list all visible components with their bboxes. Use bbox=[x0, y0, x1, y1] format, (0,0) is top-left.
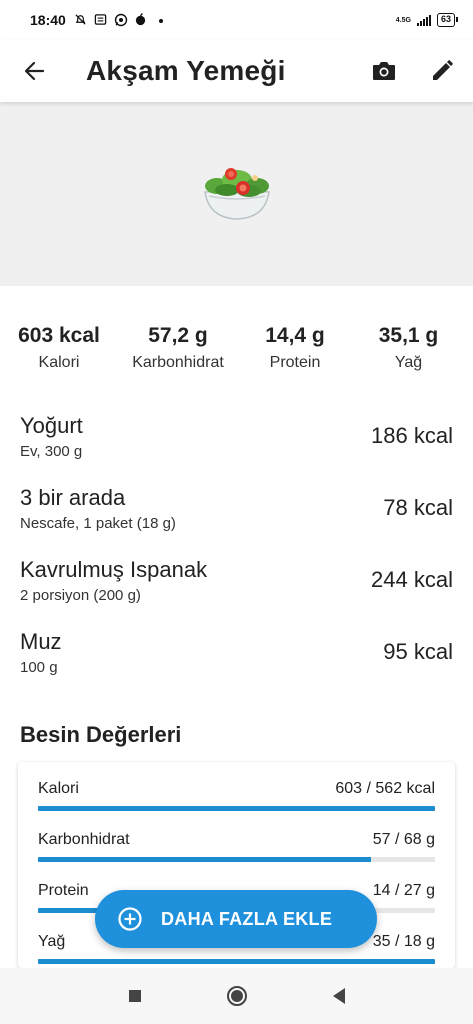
add-more-button[interactable]: DAHA FAZLA EKLE bbox=[95, 890, 377, 948]
back-arrow-icon[interactable] bbox=[22, 59, 46, 83]
nutrient-amount: 57 / 68 g bbox=[372, 831, 435, 848]
summary-label: Protein bbox=[269, 354, 321, 371]
network-type: 4.5G bbox=[395, 16, 411, 24]
status-bar: 18:40 4.5G 63 bbox=[0, 0, 473, 40]
edit-pencil-icon[interactable] bbox=[429, 58, 455, 84]
nutrient-label: Karbonhidrat bbox=[38, 831, 130, 848]
food-detail: Ev, 300 g bbox=[20, 442, 83, 460]
food-detail: 2 porsiyon (200 g) bbox=[20, 586, 141, 604]
add-more-label: DAHA FAZLA EKLE bbox=[161, 908, 333, 929]
food-item-spinach[interactable]: Kavrulmuş Ispanak 2 porsiyon (200 g) 244… bbox=[20, 544, 453, 616]
nutrient-amount: 603 / 562 kcal bbox=[335, 780, 435, 797]
nutrient-label: Kalori bbox=[38, 780, 79, 797]
summary-value: 57,2 g bbox=[148, 324, 208, 347]
system-indicators: 4.5G 63 bbox=[395, 13, 459, 27]
summary-protein: 14,4 g Protein bbox=[238, 324, 352, 372]
recents-square-icon[interactable] bbox=[123, 984, 147, 1008]
add-circle-icon bbox=[117, 906, 143, 932]
food-item-yogurt[interactable]: Yoğurt Ev, 300 g 186 kcal bbox=[20, 400, 453, 472]
food-kcal: 244 kcal bbox=[371, 567, 453, 592]
food-name: Kavrulmuş Ispanak bbox=[20, 556, 208, 582]
whatsapp-icon bbox=[114, 13, 128, 27]
summary-value: 603 kcal bbox=[18, 324, 100, 347]
summary-calories: 603 kcal Kalori bbox=[0, 324, 118, 372]
nutrients-section-title: Besin Değerleri bbox=[20, 722, 182, 747]
summary-label: Yağ bbox=[394, 354, 423, 371]
app-bar: Akşam Yemeği bbox=[0, 40, 473, 102]
app-bar-actions bbox=[371, 58, 455, 84]
food-kcal: 95 kcal bbox=[383, 639, 453, 664]
food-detail: Nescafe, 1 paket (18 g) bbox=[20, 514, 176, 532]
nutrition-summary: 603 kcal Kalori 57,2 g Karbonhidrat 14,4… bbox=[0, 324, 473, 372]
nutrient-progress-bar bbox=[38, 806, 435, 811]
food-item-coffee[interactable]: 3 bir arada Nescafe, 1 paket (18 g) 78 k… bbox=[20, 472, 453, 544]
summary-value: 14,4 g bbox=[265, 324, 325, 347]
food-name: 3 bir arada bbox=[20, 484, 126, 510]
back-triangle-icon[interactable] bbox=[327, 984, 351, 1008]
nutrient-amount: 14 / 27 g bbox=[372, 882, 435, 899]
summary-carbs: 57,2 g Karbonhidrat bbox=[118, 324, 238, 372]
nutrient-progress-bar bbox=[38, 857, 435, 862]
food-kcal: 78 kcal bbox=[383, 495, 453, 520]
nutrient-row-calories: Kalori 603 / 562 kcal bbox=[38, 762, 435, 813]
system-nav-bar bbox=[0, 968, 473, 1024]
summary-label: Karbonhidrat bbox=[132, 354, 224, 371]
meal-image-area[interactable] bbox=[0, 102, 473, 286]
food-item-banana[interactable]: Muz 100 g 95 kcal bbox=[20, 616, 453, 688]
page-title: Akşam Yemeği bbox=[86, 55, 286, 86]
nutrient-row-carbs: Karbonhidrat 57 / 68 g bbox=[38, 813, 435, 864]
camera-icon[interactable] bbox=[371, 58, 397, 84]
muted-bell-icon bbox=[74, 13, 88, 27]
nutrient-amount: 35 / 18 g bbox=[372, 933, 435, 950]
battery-icon: 63 bbox=[436, 13, 459, 27]
food-name: Yoğurt bbox=[20, 412, 83, 438]
food-detail: 100 g bbox=[20, 658, 58, 676]
home-circle-icon[interactable] bbox=[225, 984, 249, 1008]
app-notification-icon bbox=[134, 13, 148, 27]
nutrient-label: Protein bbox=[38, 882, 89, 899]
food-name: Muz bbox=[20, 628, 62, 654]
nutrient-progress-bar bbox=[38, 959, 435, 964]
summary-value: 35,1 g bbox=[378, 324, 439, 347]
summary-label: Kalori bbox=[38, 354, 80, 371]
salad-bowl-icon bbox=[199, 162, 275, 227]
signal-icon bbox=[416, 14, 431, 26]
summary-fat: 35,1 g Yağ bbox=[352, 324, 465, 372]
notification-icons bbox=[74, 13, 168, 27]
food-list: Yoğurt Ev, 300 g 186 kcal 3 bir arada Ne… bbox=[20, 400, 453, 688]
food-kcal: 186 kcal bbox=[371, 423, 453, 448]
status-time: 18:40 bbox=[30, 12, 66, 28]
news-icon bbox=[94, 13, 108, 27]
more-notifications-dot bbox=[154, 13, 168, 27]
nutrient-label: Yağ bbox=[38, 933, 66, 950]
